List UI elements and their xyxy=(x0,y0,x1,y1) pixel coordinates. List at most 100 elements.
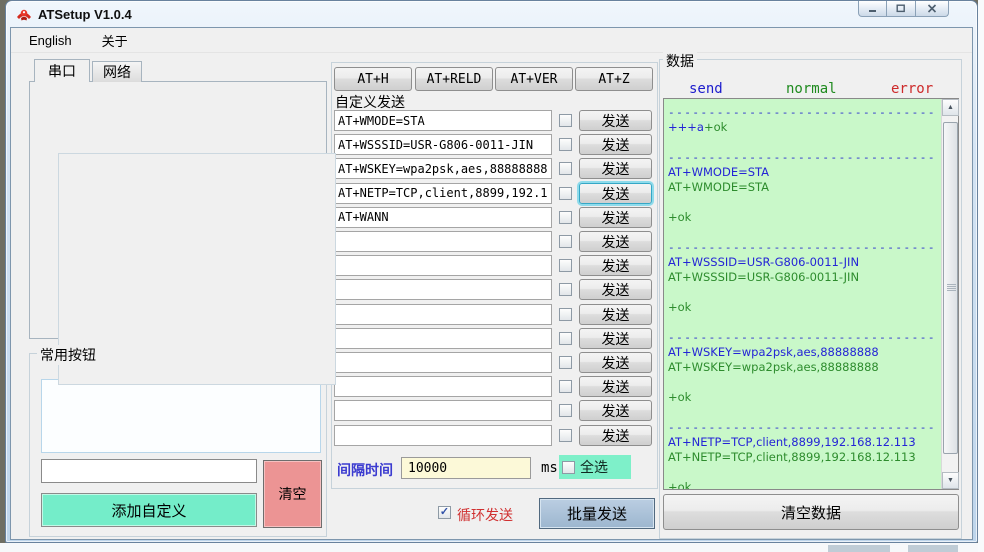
log-blank-line xyxy=(668,405,937,420)
send-button[interactable]: 发送 xyxy=(579,158,652,180)
quick-button-at-h[interactable]: AT+H xyxy=(334,67,412,91)
quick-button-at-ver[interactable]: AT+VER xyxy=(495,67,573,91)
log-blank-line xyxy=(668,285,937,300)
add-custom-button[interactable]: 添加自定义 xyxy=(41,493,257,527)
command-row-checkbox[interactable] xyxy=(559,356,572,369)
log-separator: ----------------------------------------… xyxy=(668,151,937,164)
batch-send-button[interactable]: 批量发送 xyxy=(539,498,655,529)
send-button[interactable]: 发送 xyxy=(579,255,652,277)
command-input[interactable] xyxy=(334,279,552,301)
client-area: English关于 串口网络 串口号 COM39 ▼ 波特率 57600 ▼ 校… xyxy=(10,27,973,540)
command-input[interactable] xyxy=(334,182,552,204)
log-separator: ----------------------------------------… xyxy=(668,331,937,344)
select-all-label: 全选 xyxy=(580,459,608,475)
maximize-icon xyxy=(896,4,905,13)
send-button[interactable]: 发送 xyxy=(579,182,652,204)
tab-network[interactable]: 网络 xyxy=(92,61,142,82)
log-line: AT+WMODE=STA xyxy=(668,180,770,194)
scroll-down-icon[interactable]: ▼ xyxy=(942,472,959,489)
clear-button[interactable]: 清空 xyxy=(263,460,322,528)
menu-item-english[interactable]: English xyxy=(29,33,72,48)
command-input[interactable] xyxy=(334,206,552,228)
command-input[interactable] xyxy=(334,376,552,398)
send-button[interactable]: 发送 xyxy=(579,110,652,131)
close-button[interactable] xyxy=(916,1,949,17)
command-input[interactable] xyxy=(334,134,552,156)
send-button[interactable]: 发送 xyxy=(579,327,652,349)
command-input[interactable] xyxy=(334,352,552,373)
custom-command-input[interactable] xyxy=(41,459,257,483)
command-row-checkbox[interactable] xyxy=(559,404,572,418)
send-button[interactable]: 发送 xyxy=(579,303,652,325)
send-button[interactable]: 发送 xyxy=(579,424,652,446)
select-all-checkbox[interactable] xyxy=(562,460,575,474)
command-input[interactable] xyxy=(334,158,552,180)
scrollbar-thumb[interactable] xyxy=(943,122,958,454)
quick-button-at-reld[interactable]: AT+RELD xyxy=(415,67,493,91)
command-input[interactable] xyxy=(334,303,552,325)
command-row-checkbox[interactable] xyxy=(559,428,572,442)
log-line: +ok xyxy=(668,390,692,404)
command-row-checkbox[interactable] xyxy=(559,307,572,321)
window-title: ATSetup V1.0.4 xyxy=(38,7,132,22)
menu-item-about[interactable]: 关于 xyxy=(102,31,128,50)
log-line: +ok xyxy=(668,480,692,489)
command-row-checkbox[interactable] xyxy=(559,331,572,345)
tab-serial[interactable]: 串口 xyxy=(34,59,90,82)
log-line: AT+NETP=TCP,client,8899,192.168.12.113 xyxy=(668,435,916,449)
serial-settings-box xyxy=(58,153,336,385)
log-line: +ok xyxy=(668,210,692,224)
close-icon xyxy=(927,4,937,13)
interval-label: 间隔时间 xyxy=(337,462,393,478)
log-line: +ok xyxy=(668,300,692,314)
taskbar-item xyxy=(908,545,958,552)
log-line: AT+WSSSID=USR-G806-0011-JIN xyxy=(668,270,860,284)
command-row-checkbox[interactable] xyxy=(559,235,572,248)
command-input[interactable] xyxy=(334,110,552,131)
log-scrollbar[interactable]: ▲ ▼ xyxy=(941,99,959,489)
quick-button-at-z[interactable]: AT+Z xyxy=(575,67,653,91)
send-button[interactable]: 发送 xyxy=(579,206,652,228)
loop-send-checkbox[interactable] xyxy=(438,506,451,519)
serial-tab-panel xyxy=(29,81,336,385)
send-button[interactable]: 发送 xyxy=(579,376,652,398)
log-line: AT+WSKEY=wpa2psk,aes,88888888 xyxy=(668,345,879,359)
command-row-checkbox[interactable] xyxy=(559,210,572,224)
command-row-checkbox[interactable] xyxy=(559,380,572,394)
command-input[interactable] xyxy=(334,255,552,277)
scroll-up-icon[interactable]: ▲ xyxy=(942,99,959,116)
command-row-checkbox[interactable] xyxy=(559,283,572,297)
log-separator: ----------------------------------------… xyxy=(668,241,937,254)
maximize-button[interactable] xyxy=(887,1,916,17)
command-row-checkbox[interactable] xyxy=(559,114,572,127)
send-button[interactable]: 发送 xyxy=(579,279,652,301)
command-row-checkbox[interactable] xyxy=(559,162,572,176)
loop-send-label: 循环发送 xyxy=(457,507,513,523)
command-row-checkbox[interactable] xyxy=(559,186,572,200)
log-blank-line xyxy=(668,465,937,480)
legend-normal: normal xyxy=(786,81,837,97)
app-icon xyxy=(16,6,32,22)
clear-data-button[interactable]: 清空数据 xyxy=(663,494,959,530)
desktop: ATSetup V1.0.4 English关于 串口网络 串口号 COM39 … xyxy=(0,0,984,552)
command-row-checkbox[interactable] xyxy=(559,138,572,152)
command-input[interactable] xyxy=(334,400,552,422)
log-content: ----------------------------------------… xyxy=(664,99,941,489)
log-blank-line xyxy=(668,315,937,330)
log-line: AT+WMODE=STA xyxy=(668,165,770,179)
minimize-button[interactable] xyxy=(858,1,887,17)
interval-input[interactable] xyxy=(401,457,531,479)
command-input[interactable] xyxy=(334,327,552,349)
desktop-edge xyxy=(978,0,984,552)
command-input[interactable] xyxy=(334,424,552,446)
command-row-checkbox[interactable] xyxy=(559,259,572,273)
send-button[interactable]: 发送 xyxy=(579,400,652,422)
send-button[interactable]: 发送 xyxy=(579,231,652,252)
command-input[interactable] xyxy=(334,231,552,252)
send-button[interactable]: 发送 xyxy=(579,352,652,373)
log-blank-line xyxy=(668,195,937,210)
menu-bar: English 关于 xyxy=(11,28,972,53)
send-button[interactable]: 发送 xyxy=(579,134,652,156)
legend-send: send xyxy=(689,81,723,97)
app-window: ATSetup V1.0.4 English关于 串口网络 串口号 COM39 … xyxy=(5,0,978,543)
